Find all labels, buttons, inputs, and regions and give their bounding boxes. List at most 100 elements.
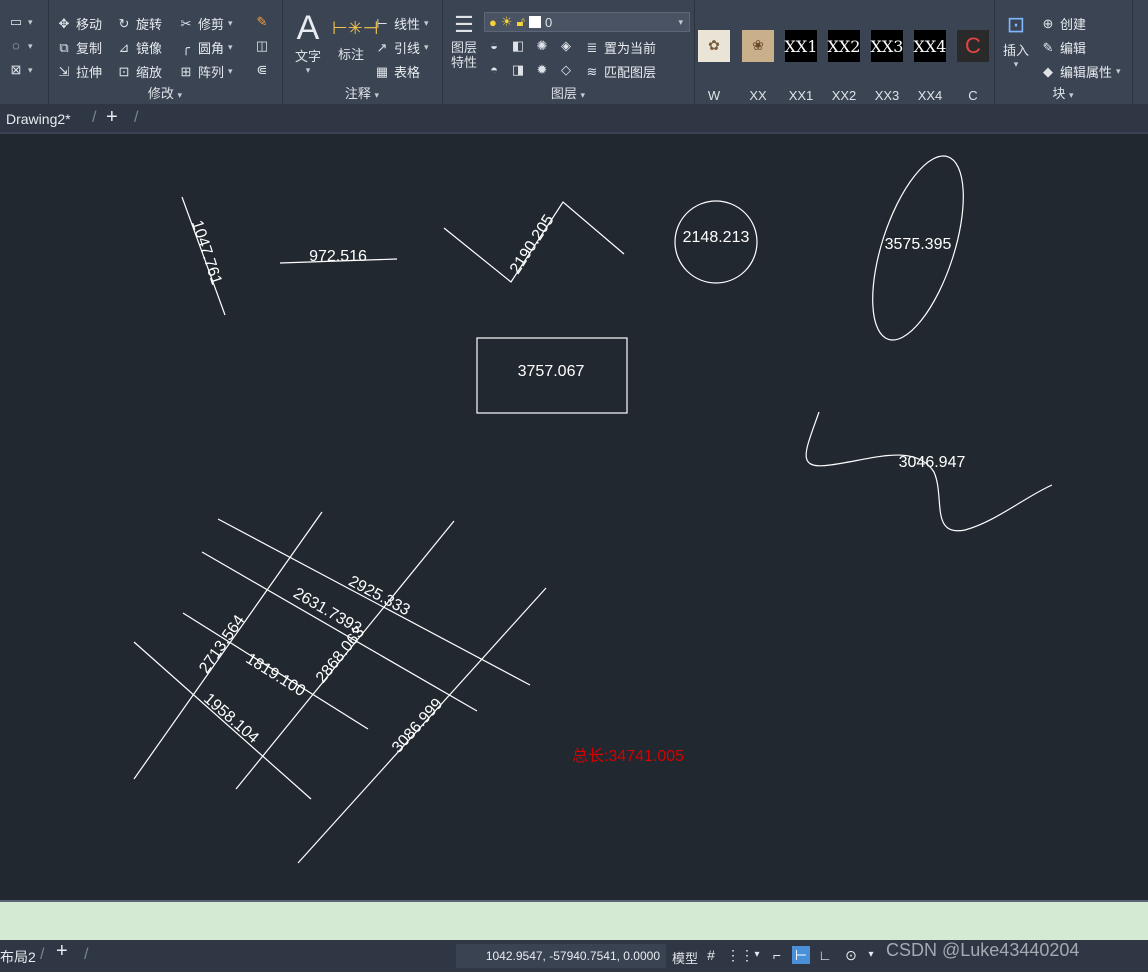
offset-button[interactable]: ⋐: [254, 62, 270, 78]
block-thumb-xx1[interactable]: XX1: [785, 30, 817, 62]
modify-panel-title[interactable]: 修改 ▾: [48, 83, 282, 102]
insert-label: 插入: [1002, 43, 1029, 58]
scale-button[interactable]: ⊡ 缩放: [116, 62, 162, 81]
new-tab-plus-icon[interactable]: +: [106, 106, 118, 129]
dynamic-input-icon[interactable]: ⊢: [792, 946, 810, 964]
block-label-xx4: XX4: [917, 88, 943, 103]
label-2713: 2713.564: [196, 612, 248, 676]
erase-button[interactable]: ✎: [254, 14, 270, 30]
layer-stack-icon: ☰: [454, 12, 474, 37]
block-panel-title[interactable]: 块 ▾: [994, 83, 1132, 102]
edit-block-button[interactable]: ✎ 编辑: [1040, 38, 1086, 57]
label-3757: 3757.067: [518, 363, 585, 380]
ink-painting-icon: ✿: [708, 38, 720, 54]
layer-unisolate-icon: ◨: [511, 62, 525, 77]
chevron-down-icon: ▾: [424, 42, 429, 52]
leader-icon: ↗: [376, 39, 388, 55]
grid-line-b[interactable]: [201, 551, 478, 712]
block-label-xx2: XX2: [831, 88, 857, 103]
dimension-button[interactable]: ⊢✳⊣ 标注: [332, 12, 378, 63]
chevron-down-icon: ▾: [28, 64, 33, 75]
trim-button[interactable]: ✂ 修剪 ▾: [178, 14, 233, 33]
c-letter-icon: C: [965, 33, 981, 58]
layer-properties-label: 图层特性: [450, 40, 477, 70]
rotate-icon: ↻: [118, 15, 130, 31]
snap-mode-icon[interactable]: ⋮⋮: [726, 946, 754, 964]
layer-dropdown[interactable]: ● ☀ 🔓︎ 0 ▾: [484, 12, 690, 32]
chevron-down-icon: ▾: [374, 90, 380, 100]
block-thumb-xx[interactable]: ❀: [742, 30, 774, 62]
infer-constraints-icon[interactable]: ⌐: [768, 946, 786, 964]
chevron-down-icon[interactable]: ▾: [862, 946, 880, 964]
text-label: 文字: [294, 49, 321, 64]
insert-button[interactable]: ⊡ 插入 ▾: [998, 10, 1034, 70]
layers-panel-title[interactable]: 图层 ▾: [442, 83, 694, 102]
layer-tools-row-1[interactable]: ◒ ◧ ✺ ◈: [486, 38, 574, 54]
annotation-panel: A 文字 ▾ ⊢✳⊣ 标注 ⊢ 线性 ▾ ↗ 引线 ▾ ▦ 表格 注释 ▾: [282, 0, 443, 104]
block-label-xx3: XX3: [874, 88, 900, 103]
rectangle-tool-button[interactable]: ▭ ▾: [8, 14, 33, 30]
ortho-mode-icon[interactable]: ∟: [816, 946, 834, 964]
layer-properties-button[interactable]: ☰ 图层特性: [446, 10, 482, 70]
tab-separator: /: [134, 109, 139, 126]
array-label: 阵列: [198, 65, 225, 80]
leader-button[interactable]: ↗ 引线 ▾: [374, 38, 429, 57]
linear-button[interactable]: ⊢ 线性 ▾: [374, 14, 428, 33]
block-thumb-w[interactable]: ✿: [698, 30, 730, 62]
tab-drawing2[interactable]: Drawing2*: [6, 111, 71, 127]
chevron-down-icon[interactable]: ▾: [748, 946, 766, 964]
text-button[interactable]: A 文字 ▾: [292, 10, 324, 76]
chevron-down-icon: ▾: [228, 66, 233, 76]
rotate-button[interactable]: ↻ 旋转: [116, 14, 162, 33]
block-thumb-c[interactable]: C: [957, 30, 989, 62]
grid-icon[interactable]: #: [702, 946, 720, 964]
hatch-icon: ⊠: [10, 62, 22, 77]
move-button[interactable]: ✥ 移动: [56, 14, 102, 33]
explode-button[interactable]: ◫: [254, 38, 270, 54]
stretch-button[interactable]: ⇲ 拉伸: [56, 62, 102, 81]
chevron-down-icon: ▾: [305, 65, 311, 75]
tab-layout2[interactable]: 布局2: [0, 947, 36, 967]
lasso-tool-button[interactable]: ◌ ▾: [8, 38, 32, 54]
layer-unlock-icon: ◇: [561, 62, 571, 77]
block-thumb-xx3[interactable]: XX3: [871, 30, 903, 62]
drawing-canvas[interactable]: 1047.761 972.516 2190.205 2148.213 3575.…: [0, 132, 1148, 900]
block-label-xx1: XX1: [788, 88, 814, 103]
label-3086: 3086.999: [389, 695, 446, 756]
linear-dimension-icon: ⊢: [376, 15, 388, 31]
polar-tracking-icon[interactable]: ⊙: [842, 946, 860, 964]
block-thumb-xx2[interactable]: XX2: [828, 30, 860, 62]
table-button[interactable]: ▦ 表格: [374, 62, 420, 81]
trim-label: 修剪: [198, 17, 225, 32]
table-label: 表格: [394, 65, 421, 80]
new-layout-plus-icon[interactable]: +: [56, 940, 68, 963]
match-layer-button[interactable]: ≋ 匹配图层: [584, 62, 656, 81]
ribbon: ▭ ▾ ◌ ▾ ⊠ ▾ ✥ 移动 ↻ 旋转 ✂ 修剪 ▾ ✎ ⧉ 复制 ⊿ 镜像 ╭ 圆角 ▾ ◫ ⇲…: [0, 0, 1148, 105]
label-3575: 3575.395: [885, 236, 952, 253]
command-line[interactable]: [0, 900, 1148, 940]
fillet-icon: ╭: [182, 39, 190, 55]
create-block-button[interactable]: ⊕ 创建: [1040, 14, 1086, 33]
label-3046: 3046.947: [899, 454, 966, 471]
drawing-svg[interactable]: 1047.761 972.516 2190.205 2148.213 3575.…: [0, 134, 1148, 900]
create-block-icon: ⊕: [1042, 15, 1054, 31]
edit-attributes-button[interactable]: ◆ 编辑属性 ▾: [1040, 62, 1121, 81]
table-icon: ▦: [375, 63, 389, 79]
scale-label: 缩放: [136, 65, 163, 80]
tab-separator: /: [40, 946, 45, 963]
block-thumb-xx4[interactable]: XX4: [914, 30, 946, 62]
set-current-button[interactable]: ≣ 置为当前: [584, 38, 656, 57]
layer-tools-row-2[interactable]: ◓ ◨ ✹ ◇: [486, 62, 574, 78]
label-2868: 2868.063: [313, 624, 368, 687]
annotation-panel-title[interactable]: 注释 ▾: [282, 83, 442, 102]
fillet-button[interactable]: ╭ 圆角 ▾: [178, 38, 232, 57]
chevron-down-icon: ▾: [228, 18, 233, 28]
sun-icon: ☀: [500, 14, 513, 29]
hatch-tool-button[interactable]: ⊠ ▾: [8, 62, 33, 78]
model-space-toggle[interactable]: 模型: [672, 948, 698, 967]
mirror-button[interactable]: ⊿ 镜像: [116, 38, 162, 57]
copy-button[interactable]: ⧉ 复制: [56, 38, 102, 57]
array-button[interactable]: ⊞ 阵列 ▾: [178, 62, 233, 81]
lasso-icon: ◌: [12, 38, 20, 53]
spline-3046[interactable]: [805, 411, 1053, 532]
